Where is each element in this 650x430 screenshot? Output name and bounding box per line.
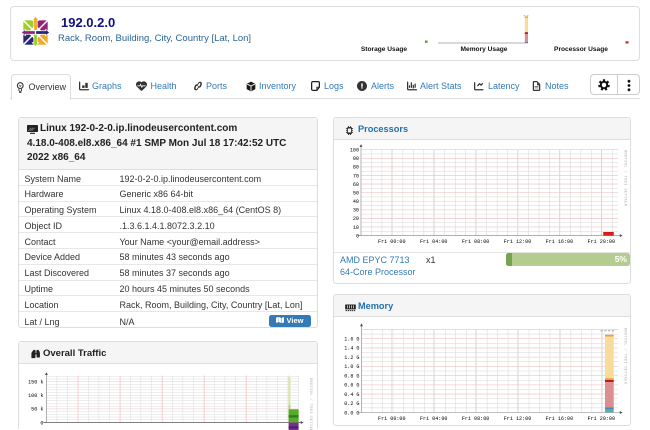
svg-text:Fri 12:00: Fri 12:00 — [504, 416, 532, 422]
svg-text:Fri 12:00: Fri 12:00 — [504, 239, 532, 245]
svg-text:50 k: 50 k — [31, 407, 43, 413]
svg-text:1.4 G: 1.4 G — [344, 346, 359, 352]
svg-text:0.0 G: 0.0 G — [344, 410, 359, 416]
svg-text:Fri 08:00: Fri 08:00 — [462, 239, 490, 245]
svg-text:20: 20 — [353, 216, 359, 222]
svg-text:100: 100 — [350, 148, 359, 154]
svg-text:Fri 04:00: Fri 04:00 — [420, 416, 448, 422]
svg-text:0: 0 — [40, 420, 43, 426]
svg-text:1.0 G: 1.0 G — [344, 364, 359, 370]
svg-text:90: 90 — [353, 156, 359, 162]
svg-text:40: 40 — [353, 199, 359, 205]
svg-text:Fri 20:00: Fri 20:00 — [588, 416, 616, 422]
svg-text:100 k: 100 k — [28, 393, 43, 399]
svg-text:10: 10 — [353, 225, 359, 231]
svg-text:0.8 G: 0.8 G — [344, 373, 359, 379]
svg-text:60: 60 — [353, 182, 359, 188]
svg-text:150 k: 150 k — [28, 380, 43, 386]
svg-text:Fri 04:00: Fri 04:00 — [420, 239, 448, 245]
svg-text:Fri 00:00: Fri 00:00 — [378, 239, 406, 245]
svg-text:0.2 G: 0.2 G — [344, 401, 359, 407]
svg-text:Fri 16:00: Fri 16:00 — [546, 239, 574, 245]
svg-text:Fri 16:00: Fri 16:00 — [546, 416, 574, 422]
svg-text:1.6 G: 1.6 G — [344, 337, 359, 343]
svg-text:Fri 00:00: Fri 00:00 — [378, 416, 406, 422]
svg-text:0.4 G: 0.4 G — [344, 392, 359, 398]
svg-text:80: 80 — [353, 165, 359, 171]
svg-text:RRDTOOL / TOBI OETIKER: RRDTOOL / TOBI OETIKER — [623, 150, 628, 207]
svg-text:Fri 08:00: Fri 08:00 — [462, 416, 490, 422]
svg-text:RRDTOOL / TOBI OETIKER: RRDTOOL / TOBI OETIKER — [308, 378, 313, 430]
svg-text:1.2 G: 1.2 G — [344, 355, 359, 361]
svg-text:RRDTOOL / TOBI OETIKER: RRDTOOL / TOBI OETIKER — [623, 328, 628, 385]
svg-text:50: 50 — [353, 190, 359, 196]
svg-text:0.6 G: 0.6 G — [344, 383, 359, 389]
svg-text:30: 30 — [353, 208, 359, 214]
svg-text:0: 0 — [356, 233, 359, 239]
svg-text:Fri 20:00: Fri 20:00 — [588, 239, 616, 245]
svg-text:70: 70 — [353, 173, 359, 179]
